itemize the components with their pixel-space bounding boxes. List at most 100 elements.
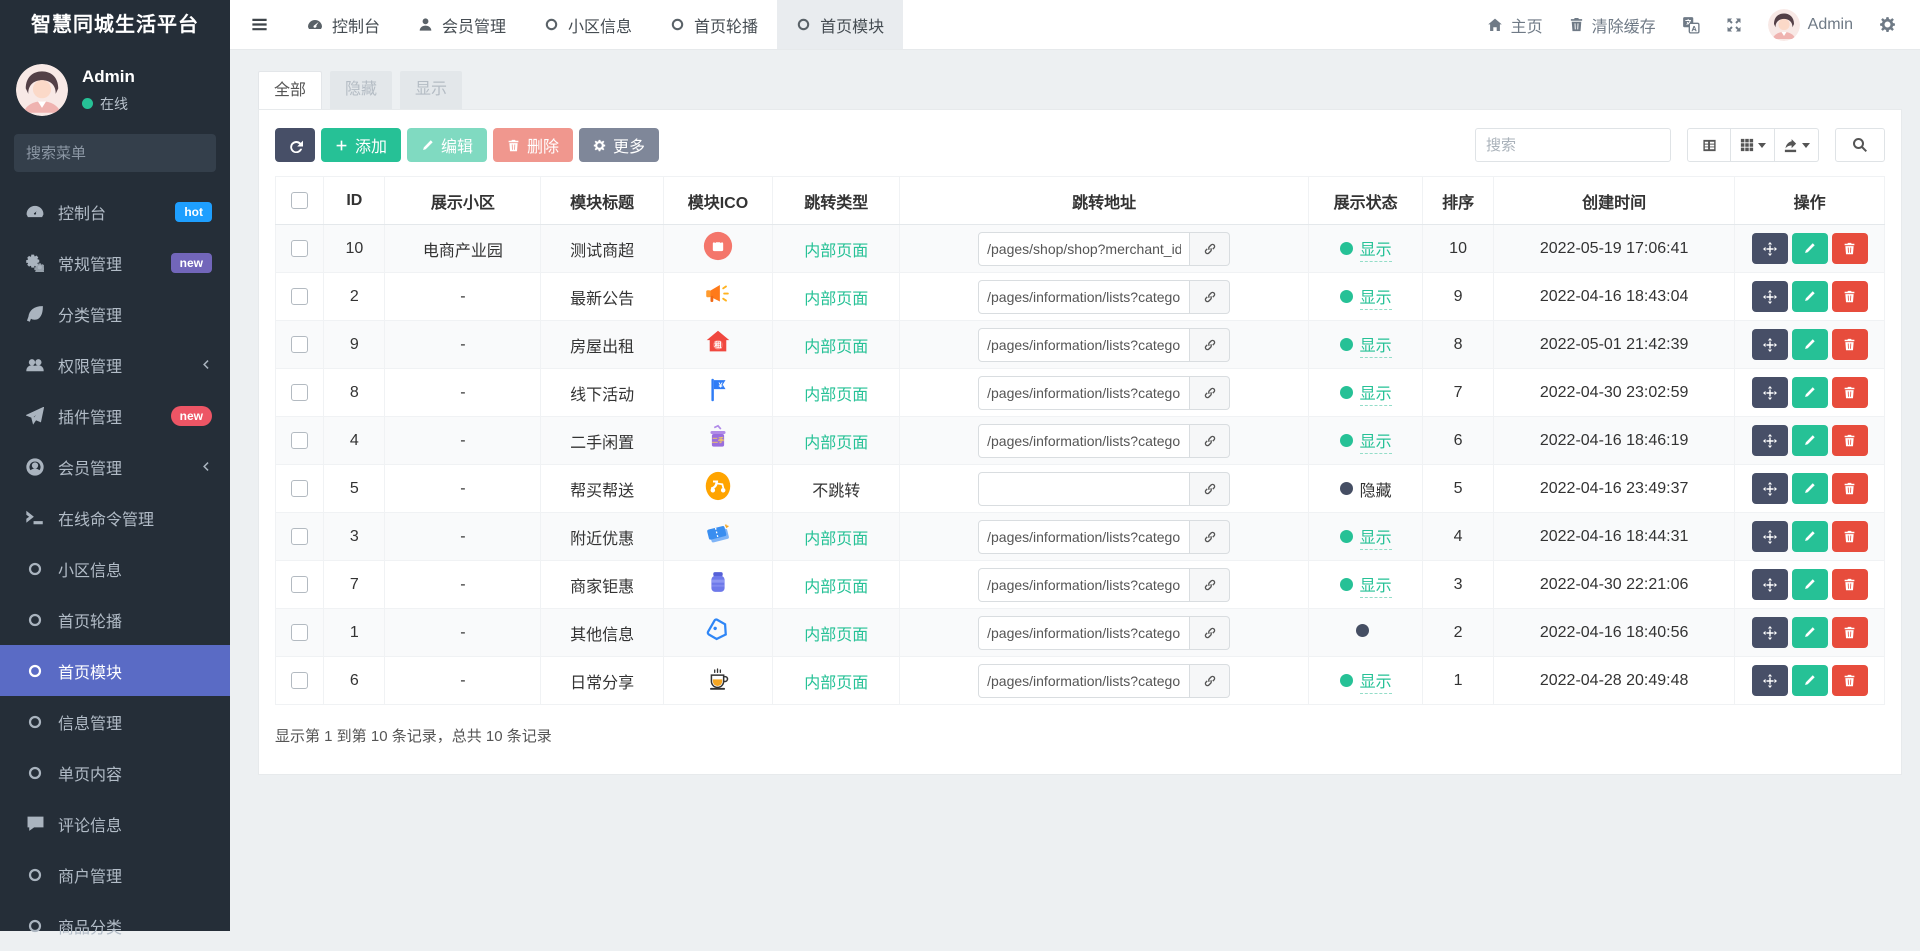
- status-badge[interactable]: 显示: [1340, 236, 1392, 262]
- link-button[interactable]: [1190, 568, 1230, 602]
- refresh-button[interactable]: [275, 128, 315, 162]
- drag-move-button[interactable]: [1752, 233, 1788, 264]
- tab-visible[interactable]: 显示: [400, 71, 462, 109]
- link-button[interactable]: [1190, 616, 1230, 650]
- row-checkbox[interactable]: [291, 576, 308, 593]
- row-delete-button[interactable]: [1832, 233, 1868, 264]
- hamburger-menu-icon[interactable]: [230, 0, 288, 49]
- jump-url-input[interactable]: [978, 664, 1190, 698]
- tab-home-module[interactable]: 首页模块: [777, 0, 903, 49]
- row-edit-button[interactable]: [1792, 281, 1828, 312]
- link-button[interactable]: [1190, 232, 1230, 266]
- jump-url-input[interactable]: [978, 280, 1190, 314]
- drag-move-button[interactable]: [1752, 521, 1788, 552]
- row-edit-button[interactable]: [1792, 569, 1828, 600]
- row-checkbox[interactable]: [291, 528, 308, 545]
- drag-move-button[interactable]: [1752, 473, 1788, 504]
- drag-move-button[interactable]: [1752, 377, 1788, 408]
- link-button[interactable]: [1190, 472, 1230, 506]
- sidebar-item-comments[interactable]: 评论信息: [0, 798, 230, 849]
- sidebar-item-command[interactable]: 在线命令管理: [0, 492, 230, 543]
- delete-button[interactable]: 删除: [493, 128, 573, 162]
- row-checkbox[interactable]: [291, 624, 308, 641]
- settings-gear-icon[interactable]: [1879, 16, 1896, 33]
- search-button[interactable]: [1835, 128, 1885, 162]
- jump-url-input[interactable]: [978, 424, 1190, 458]
- row-delete-button[interactable]: [1832, 521, 1868, 552]
- sidebar-item-home-banner[interactable]: 首页轮播: [0, 594, 230, 645]
- row-checkbox[interactable]: [291, 480, 308, 497]
- row-edit-button[interactable]: [1792, 233, 1828, 264]
- jump-url-input[interactable]: [978, 232, 1190, 266]
- row-delete-button[interactable]: [1832, 473, 1868, 504]
- jump-url-input[interactable]: [978, 376, 1190, 410]
- link-button[interactable]: [1190, 424, 1230, 458]
- edit-button[interactable]: 编辑: [407, 128, 487, 162]
- drag-move-button[interactable]: [1752, 281, 1788, 312]
- row-checkbox[interactable]: [291, 336, 308, 353]
- jump-url-input[interactable]: [978, 472, 1190, 506]
- tab-member[interactable]: 会员管理: [399, 0, 525, 49]
- sidebar-item-community-info[interactable]: 小区信息: [0, 543, 230, 594]
- row-checkbox[interactable]: [291, 240, 308, 257]
- sidebar-item-member[interactable]: 会员管理: [0, 441, 230, 492]
- row-edit-button[interactable]: [1792, 521, 1828, 552]
- status-badge[interactable]: 显示: [1340, 572, 1392, 598]
- row-delete-button[interactable]: [1832, 377, 1868, 408]
- jump-url-input[interactable]: [978, 616, 1190, 650]
- link-button[interactable]: [1190, 376, 1230, 410]
- row-delete-button[interactable]: [1832, 281, 1868, 312]
- select-all-checkbox[interactable]: [291, 192, 308, 209]
- row-edit-button[interactable]: [1792, 617, 1828, 648]
- drag-move-button[interactable]: [1752, 569, 1788, 600]
- tab-dashboard[interactable]: 控制台: [288, 0, 399, 49]
- status-badge[interactable]: 显示: [1340, 524, 1392, 550]
- row-delete-button[interactable]: [1832, 425, 1868, 456]
- home-link[interactable]: 主页: [1487, 13, 1543, 37]
- detail-view-button[interactable]: [1687, 128, 1731, 162]
- row-edit-button[interactable]: [1792, 473, 1828, 504]
- sidebar-item-home-module[interactable]: 首页模块: [0, 645, 230, 696]
- jump-url-input[interactable]: [978, 568, 1190, 602]
- sidebar-item-info-manage[interactable]: 信息管理: [0, 696, 230, 747]
- sidebar-item-general[interactable]: 常规管理new: [0, 237, 230, 288]
- row-edit-button[interactable]: [1792, 665, 1828, 696]
- row-delete-button[interactable]: [1832, 329, 1868, 360]
- tab-all[interactable]: 全部: [258, 71, 322, 109]
- link-button[interactable]: [1190, 664, 1230, 698]
- row-checkbox[interactable]: [291, 288, 308, 305]
- row-delete-button[interactable]: [1832, 617, 1868, 648]
- link-button[interactable]: [1190, 280, 1230, 314]
- sidebar-item-auth[interactable]: 权限管理: [0, 339, 230, 390]
- drag-move-button[interactable]: [1752, 617, 1788, 648]
- status-badge[interactable]: 隐藏: [1340, 477, 1392, 501]
- fullscreen-icon[interactable]: [1726, 17, 1742, 33]
- sidebar-item-single-page[interactable]: 单页内容: [0, 747, 230, 798]
- tab-community-info[interactable]: 小区信息: [525, 0, 651, 49]
- sidebar-item-goods-category[interactable]: 商品分类: [0, 900, 230, 951]
- row-edit-button[interactable]: [1792, 329, 1828, 360]
- drag-move-button[interactable]: [1752, 425, 1788, 456]
- avatar[interactable]: [16, 64, 68, 116]
- jump-url-input[interactable]: [978, 328, 1190, 362]
- status-badge[interactable]: 显示: [1340, 668, 1392, 694]
- tab-home-banner[interactable]: 首页轮播: [651, 0, 777, 49]
- status-badge[interactable]: [1356, 624, 1376, 637]
- tab-hidden[interactable]: 隐藏: [330, 71, 392, 109]
- sidebar-item-addon[interactable]: 插件管理new: [0, 390, 230, 441]
- link-button[interactable]: [1190, 328, 1230, 362]
- sidebar-item-dashboard[interactable]: 控制台hot: [0, 186, 230, 237]
- status-badge[interactable]: 显示: [1340, 380, 1392, 406]
- row-delete-button[interactable]: [1832, 665, 1868, 696]
- columns-button[interactable]: [1731, 128, 1775, 162]
- row-checkbox[interactable]: [291, 384, 308, 401]
- status-badge[interactable]: 显示: [1340, 428, 1392, 454]
- table-search-input[interactable]: [1475, 128, 1671, 162]
- drag-move-button[interactable]: [1752, 329, 1788, 360]
- row-edit-button[interactable]: [1792, 377, 1828, 408]
- drag-move-button[interactable]: [1752, 665, 1788, 696]
- clear-cache-button[interactable]: 清除缓存: [1569, 13, 1656, 37]
- row-checkbox[interactable]: [291, 672, 308, 689]
- jump-url-input[interactable]: [978, 520, 1190, 554]
- row-checkbox[interactable]: [291, 432, 308, 449]
